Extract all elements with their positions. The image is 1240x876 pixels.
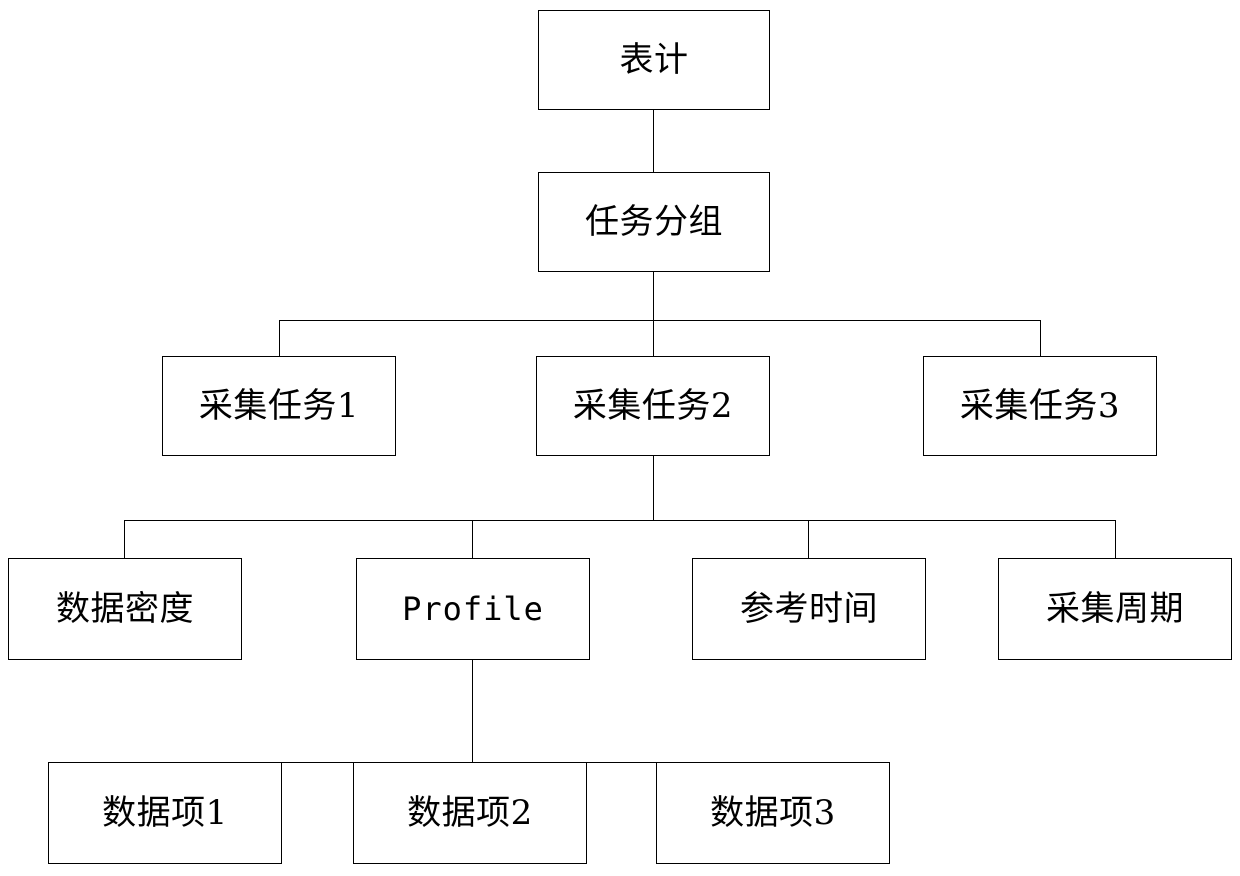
node-data-item-3-label: 数据项3 xyxy=(710,793,836,833)
node-reference-time-label: 参考时间 xyxy=(740,589,878,629)
node-data-item-1[interactable]: 数据项1 xyxy=(48,762,282,864)
edge-drop-reference-time xyxy=(808,520,809,558)
node-meter-label: 表计 xyxy=(619,40,689,80)
node-data-density-label: 数据密度 xyxy=(56,589,194,629)
node-data-item-2[interactable]: 数据项2 xyxy=(353,762,587,864)
node-profile[interactable]: Profile xyxy=(356,558,590,660)
node-task-group[interactable]: 任务分组 xyxy=(538,172,770,272)
node-collect-period-label: 采集周期 xyxy=(1046,589,1184,629)
diagram-canvas: 表计 任务分组 采集任务1 采集任务2 采集任务3 数据密度 Profile 参… xyxy=(0,0,1240,876)
node-collect-task-3[interactable]: 采集任务3 xyxy=(923,356,1157,456)
edge-collect-task-2-drop xyxy=(653,456,654,521)
edge-drop-profile xyxy=(472,520,473,558)
edge-meter-to-task-group xyxy=(653,110,654,172)
edge-drop-collect-task-2 xyxy=(653,320,654,356)
edge-bus-level-4 xyxy=(124,520,1116,521)
edge-bus-level-3 xyxy=(279,320,1040,321)
node-data-item-2-label: 数据项2 xyxy=(407,793,533,833)
node-data-density[interactable]: 数据密度 xyxy=(8,558,242,660)
edge-drop-data-density xyxy=(124,520,125,558)
node-collect-task-2-label: 采集任务2 xyxy=(572,386,734,426)
edge-profile-drop xyxy=(472,660,473,763)
node-collect-task-3-label: 采集任务3 xyxy=(959,386,1121,426)
node-collect-task-1[interactable]: 采集任务1 xyxy=(162,356,396,456)
node-data-item-3[interactable]: 数据项3 xyxy=(656,762,890,864)
node-meter[interactable]: 表计 xyxy=(538,10,770,110)
node-collect-period[interactable]: 采集周期 xyxy=(998,558,1232,660)
node-collect-task-1-label: 采集任务1 xyxy=(198,386,360,426)
node-collect-task-2[interactable]: 采集任务2 xyxy=(536,356,770,456)
node-reference-time[interactable]: 参考时间 xyxy=(692,558,926,660)
edge-drop-collect-period xyxy=(1115,520,1116,558)
edge-task-group-drop xyxy=(653,272,654,321)
edge-drop-collect-task-3 xyxy=(1040,320,1041,356)
node-profile-label: Profile xyxy=(402,590,544,628)
node-data-item-1-label: 数据项1 xyxy=(102,793,228,833)
node-task-group-label: 任务分组 xyxy=(585,202,723,242)
edge-drop-collect-task-1 xyxy=(279,320,280,356)
